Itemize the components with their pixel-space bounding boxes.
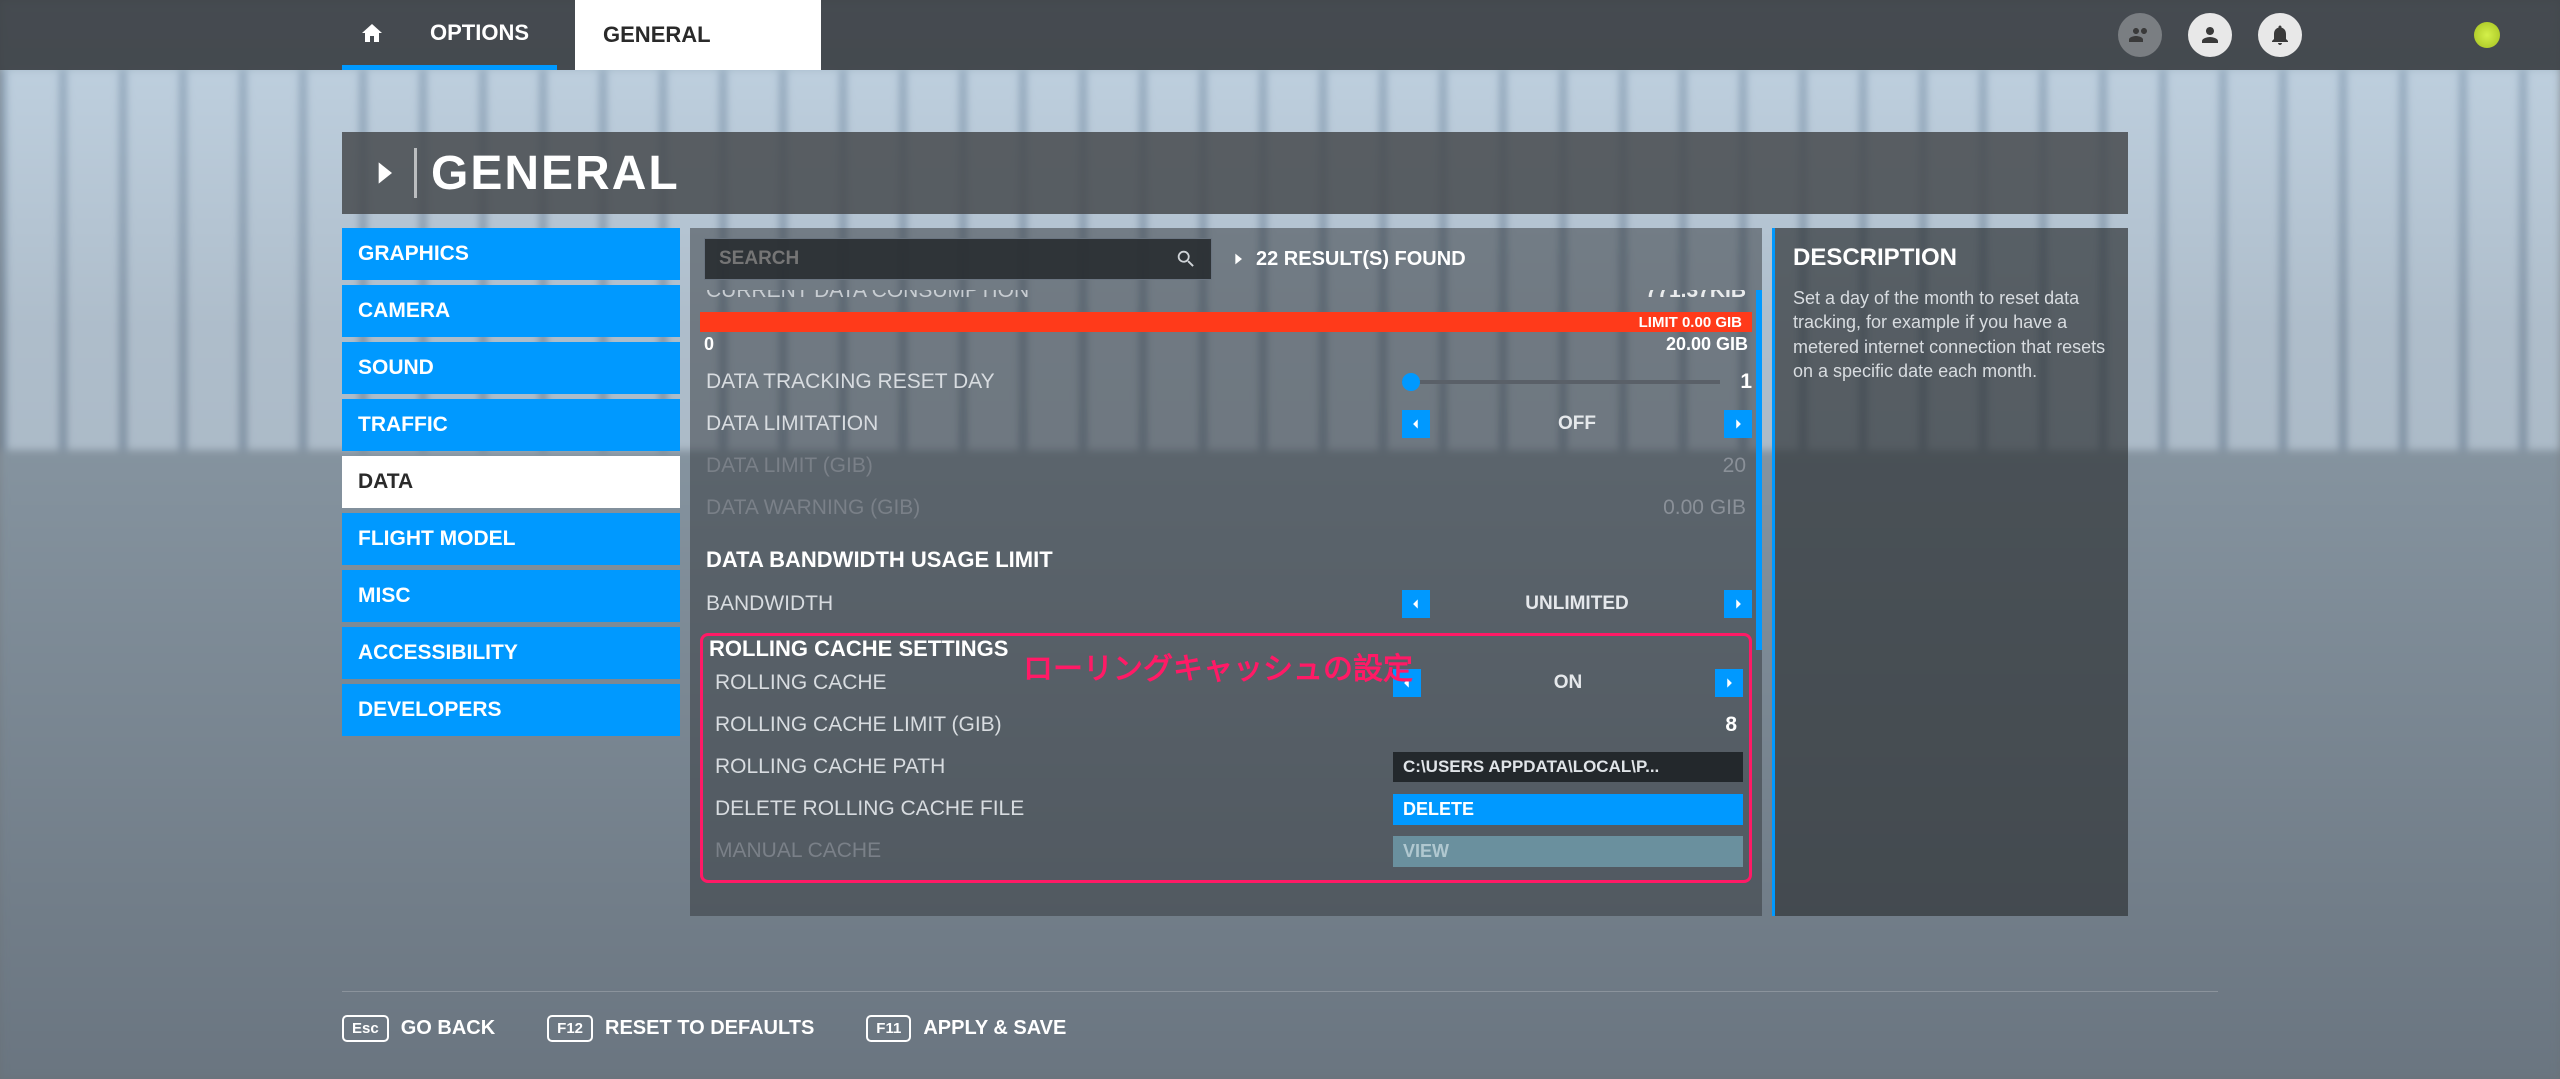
profile-icon[interactable]: [2188, 13, 2232, 57]
sidebar-item-developers[interactable]: DEVELOPERS: [342, 684, 680, 736]
rolling-cache-header: ROLLING CACHE SETTINGS: [709, 636, 1008, 662]
settings-main: 22 RESULT(S) FOUND CURRENT DATA CONSUMPT…: [690, 228, 1762, 916]
current-consumption-label: CURRENT DATA CONSUMPTION: [700, 290, 1646, 303]
general-tab[interactable]: GENERAL: [575, 0, 821, 70]
rolling-cache-select[interactable]: ON: [1393, 669, 1743, 697]
arrow-left-button[interactable]: [1402, 590, 1430, 618]
topbar: OPTIONS GENERAL: [0, 0, 2560, 70]
description-panel: DESCRIPTION Set a day of the month to re…: [1772, 228, 2128, 916]
rolling-limit-value[interactable]: 8: [1725, 713, 1743, 737]
arrow-left-button[interactable]: [1402, 410, 1430, 438]
rolling-cache-value: ON: [1421, 672, 1715, 694]
sidebar-item-misc[interactable]: MISC: [342, 570, 680, 622]
title-divider: [414, 148, 417, 198]
delete-cache-button[interactable]: DELETE: [1393, 794, 1743, 825]
bandwidth-value: UNLIMITED: [1430, 593, 1724, 615]
description-text: Set a day of the month to reset data tra…: [1793, 286, 2110, 383]
f11-key-badge: F11: [866, 1015, 911, 1042]
search-results-count: 22 RESULT(S) FOUND: [1230, 248, 1466, 271]
options-tab-label: OPTIONS: [430, 20, 529, 46]
data-limitation-value: OFF: [1430, 413, 1724, 435]
data-limitation-select[interactable]: OFF: [1402, 410, 1752, 438]
sidebar-item-sound[interactable]: SOUND: [342, 342, 680, 394]
esc-key-badge: Esc: [342, 1015, 389, 1042]
chevron-right-icon: [368, 157, 400, 189]
chevron-right-icon: [1230, 251, 1246, 267]
arrow-right-button[interactable]: [1724, 590, 1752, 618]
tracking-reset-label: DATA TRACKING RESET DAY: [700, 370, 1402, 394]
bar-min: 0: [704, 334, 714, 355]
manual-cache-label: MANUAL CACHE: [709, 839, 1393, 863]
options-tab[interactable]: OPTIONS: [402, 0, 557, 70]
home-icon: [360, 21, 384, 45]
manual-cache-button: VIEW: [1393, 836, 1743, 867]
tracking-reset-slider[interactable]: [1402, 380, 1720, 384]
data-limitation-label: DATA LIMITATION: [700, 412, 1402, 436]
search-box[interactable]: [704, 238, 1212, 280]
reset-action[interactable]: F12 RESET TO DEFAULTS: [547, 1015, 814, 1042]
page-title-bar: GENERAL: [342, 132, 2128, 214]
go-back-action[interactable]: Esc GO BACK: [342, 1015, 495, 1042]
arrow-right-button[interactable]: [1724, 410, 1752, 438]
home-tab[interactable]: [342, 0, 402, 70]
bandwidth-label: BANDWIDTH: [700, 592, 1402, 616]
rolling-path-value[interactable]: C:\USERS APPDATA\LOCAL\P...: [1393, 752, 1743, 782]
description-title: DESCRIPTION: [1793, 244, 2110, 272]
current-consumption-value: 771.37KIB: [1646, 290, 1752, 303]
apply-save-action[interactable]: F11 APPLY & SAVE: [866, 1015, 1066, 1042]
sidebar-item-camera[interactable]: CAMERA: [342, 285, 680, 337]
sidebar-item-data[interactable]: DATA: [342, 456, 680, 508]
tracking-reset-value: 1: [1734, 370, 1752, 394]
page-title: GENERAL: [431, 146, 680, 201]
bar-max: 20.00 GIB: [1666, 334, 1748, 355]
sidebar-item-accessibility[interactable]: ACCESSIBILITY: [342, 627, 680, 679]
annotation-text: ローリングキャッシュの設定: [1023, 644, 1413, 688]
sidebar-item-traffic[interactable]: TRAFFIC: [342, 399, 680, 451]
rolling-limit-label: ROLLING CACHE LIMIT (GIB): [709, 713, 1393, 737]
data-warning-label: DATA WARNING (GIB): [700, 496, 1663, 520]
search-input[interactable]: [719, 248, 1175, 270]
data-limit-label: DATA LIMIT (GIB): [700, 454, 1723, 478]
search-icon: [1175, 248, 1197, 270]
friends-icon[interactable]: [2118, 13, 2162, 57]
rolling-cache-highlight: ROLLING CACHE SETTINGS ローリングキャッシュの設定 ROL…: [700, 633, 1752, 883]
sidebar-item-flight-model[interactable]: FLIGHT MODEL: [342, 513, 680, 565]
general-tab-label: GENERAL: [603, 22, 711, 48]
arrow-right-button[interactable]: [1715, 669, 1743, 697]
bandwidth-select[interactable]: UNLIMITED: [1402, 590, 1752, 618]
consumption-limit-bar: LIMIT 0.00 GIB: [700, 312, 1752, 332]
footer: Esc GO BACK F12 RESET TO DEFAULTS F11 AP…: [342, 991, 2218, 1051]
data-warning-value: 0.00 GIB: [1663, 496, 1752, 520]
delete-cache-label: DELETE ROLLING CACHE FILE: [709, 797, 1393, 821]
data-limit-value: 20: [1723, 454, 1752, 478]
settings-sidebar: GRAPHICS CAMERA SOUND TRAFFIC DATA FLIGH…: [342, 228, 680, 916]
sidebar-item-graphics[interactable]: GRAPHICS: [342, 228, 680, 280]
connection-status-dot: [2474, 22, 2500, 48]
notifications-icon[interactable]: [2258, 13, 2302, 57]
bandwidth-header: DATA BANDWIDTH USAGE LIMIT: [700, 529, 1752, 583]
rolling-path-label: ROLLING CACHE PATH: [709, 755, 1393, 779]
f12-key-badge: F12: [547, 1015, 593, 1042]
